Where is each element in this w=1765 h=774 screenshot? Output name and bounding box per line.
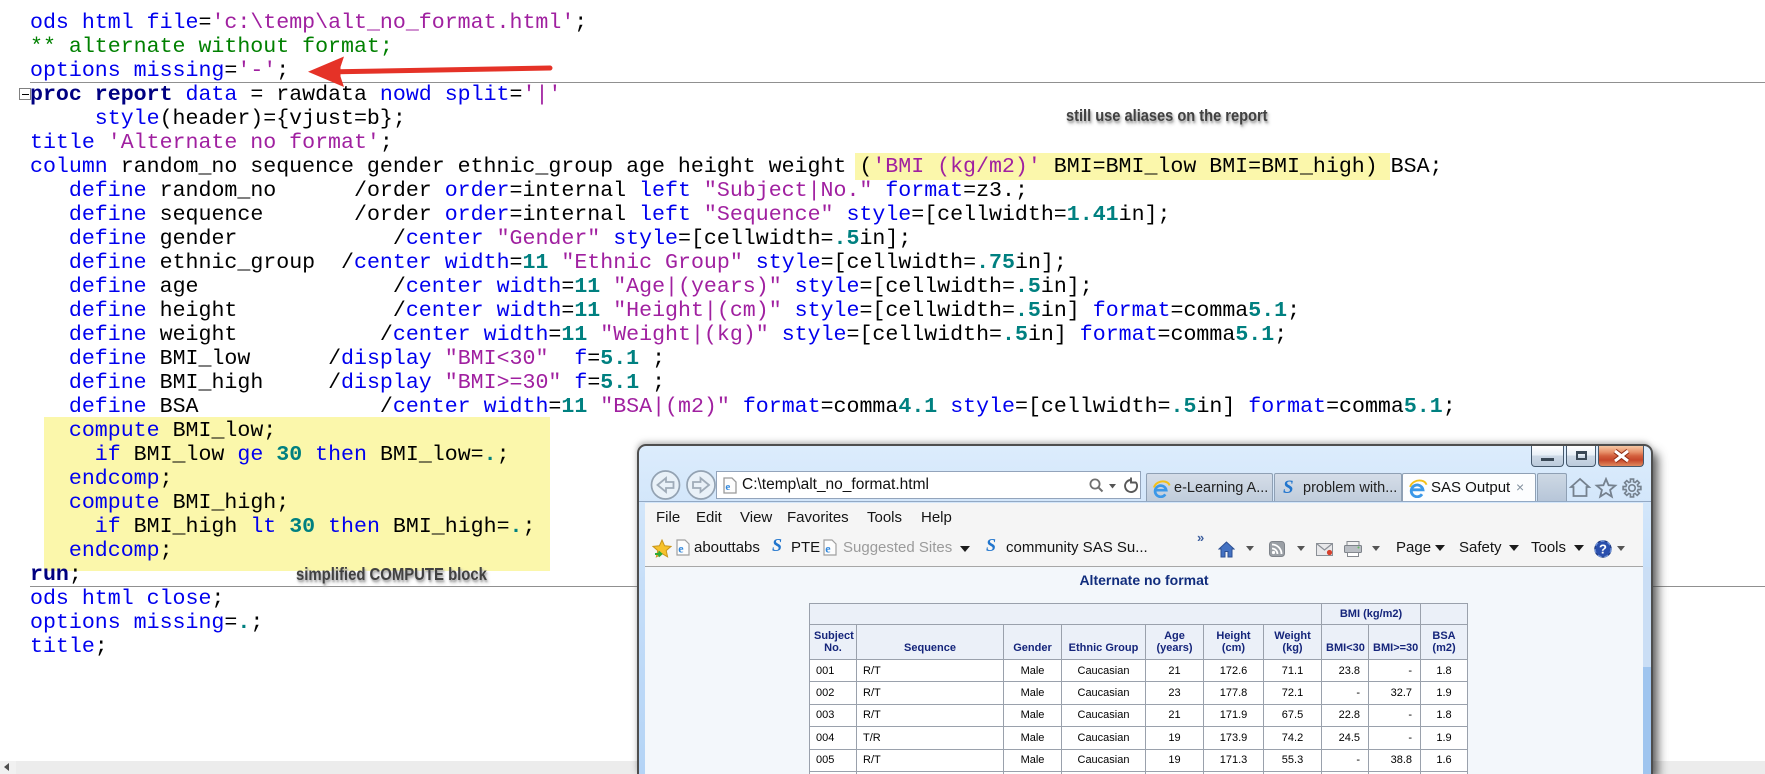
svg-text:e: e [825, 542, 831, 556]
svg-text:?: ? [1599, 542, 1607, 557]
svg-text:e: e [725, 481, 730, 493]
svg-text:e: e [678, 542, 684, 556]
